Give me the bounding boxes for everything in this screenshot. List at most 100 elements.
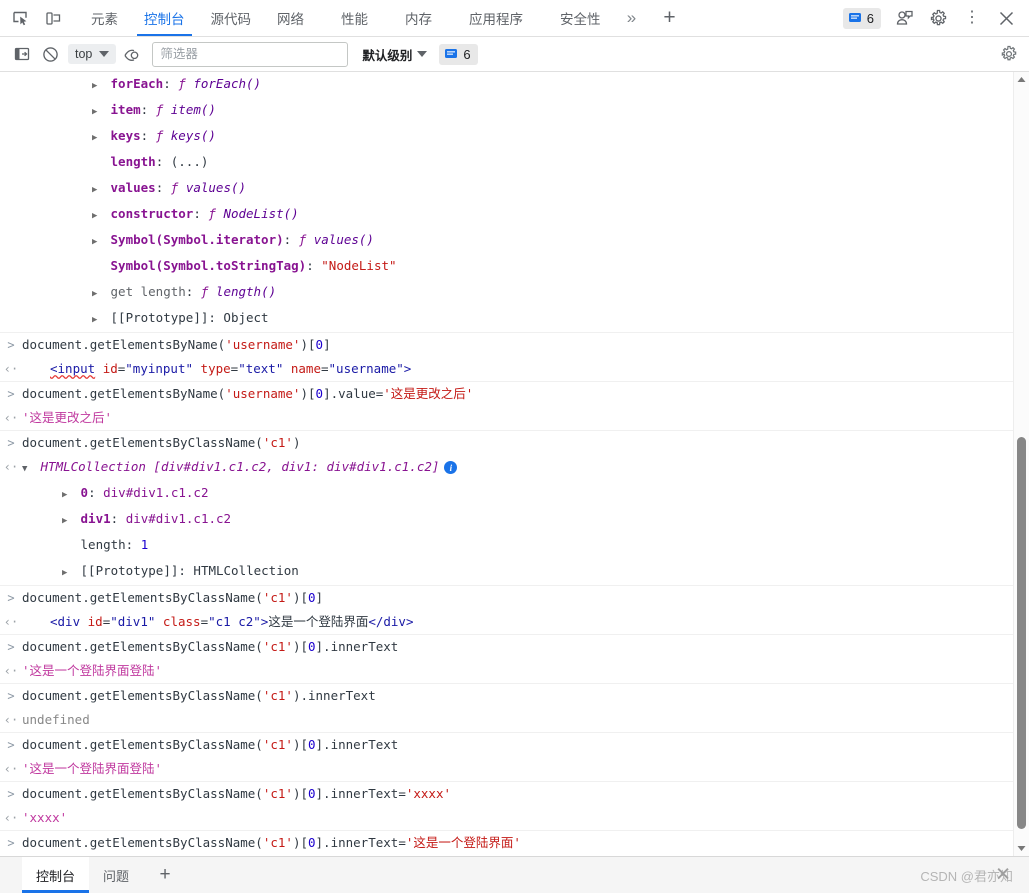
drawer-tab-issues[interactable]: 问题: [89, 857, 143, 893]
tab-network[interactable]: 网络: [264, 0, 317, 36]
object-property-row[interactable]: length: 1: [0, 533, 1013, 559]
tab-application[interactable]: 应用程序: [456, 0, 536, 36]
object-property-row[interactable]: ▶ Symbol(Symbol.iterator): ƒ values(): [0, 228, 1013, 254]
tab-elements[interactable]: 元素: [78, 0, 131, 36]
console-token: ƒ: [178, 76, 193, 91]
log-level-label: 默认级别: [362, 45, 412, 64]
object-property-row[interactable]: ▶ constructor: ƒ NodeList(): [0, 202, 1013, 228]
expand-arrow-closed-icon[interactable]: ▶: [92, 128, 103, 148]
execution-context-selector[interactable]: top: [68, 44, 116, 64]
chevron-down-icon: [99, 51, 109, 57]
expand-arrow-closed-icon[interactable]: ▶: [62, 511, 73, 531]
clear-console-icon[interactable]: [36, 41, 64, 67]
console-token: '这是一个登陆界面': [406, 835, 521, 850]
console-scrollbar[interactable]: [1013, 72, 1029, 856]
console-row-content: '这是一个登陆界面登陆': [22, 759, 1013, 779]
console-sidebar-icon[interactable]: [8, 41, 36, 67]
tab-security[interactable]: 安全性: [547, 0, 614, 36]
object-property-row[interactable]: ▶ values: ƒ values(): [0, 176, 1013, 202]
tab-sources[interactable]: 源代码: [198, 0, 265, 36]
expand-arrow-closed-icon[interactable]: ▶: [62, 563, 73, 583]
expand-arrow-closed-icon[interactable]: ▶: [92, 284, 103, 304]
user-feedback-icon[interactable]: [887, 3, 921, 33]
console-token: "c1 c2": [208, 614, 261, 629]
console-row-content: document.getElementsByName('username')[0…: [22, 335, 1013, 355]
output-arrow-icon: ‹·: [0, 808, 22, 828]
console-output-row[interactable]: ‹·'这是更改之后': [0, 406, 1013, 431]
expand-arrow-closed-icon[interactable]: ▶: [92, 180, 103, 200]
close-icon[interactable]: [989, 3, 1023, 33]
console-row-content: <div id="div1" class="c1 c2">这是一个登陆界面</d…: [22, 612, 1013, 632]
drawer-add-tab-icon[interactable]: +: [143, 857, 187, 893]
scroll-down-arrow-icon[interactable]: [1014, 841, 1029, 856]
console-input-row[interactable]: >document.getElementsByClassName('c1'): [0, 431, 1013, 455]
console-token: document.getElementsByClassName(: [22, 786, 263, 801]
object-property-row[interactable]: Symbol(Symbol.toStringTag): "NodeList": [0, 254, 1013, 280]
live-expression-icon[interactable]: [118, 41, 146, 67]
more-tabs-icon[interactable]: »: [614, 0, 650, 36]
console-token: ƒ: [201, 284, 216, 299]
scroll-up-arrow-icon[interactable]: [1014, 72, 1029, 87]
console-token: 0: [308, 786, 316, 801]
object-property-row[interactable]: ▶ item: ƒ item(): [0, 98, 1013, 124]
expand-arrow-closed-icon[interactable]: ▶: [92, 206, 103, 226]
panel-tabs: 元素 控制台 源代码 网络 性能 内存 应用程序 安全性: [78, 0, 614, 36]
console-token: forEach: [111, 76, 164, 91]
object-property-row[interactable]: ▶ [[Prototype]]: HTMLCollection: [0, 559, 1013, 586]
tab-memory[interactable]: 内存: [392, 0, 445, 36]
log-level-selector[interactable]: 默认级别: [362, 45, 427, 64]
add-tab-icon[interactable]: +: [650, 0, 690, 36]
expand-arrow-closed-icon[interactable]: ▶: [92, 102, 103, 122]
console-token: div#div1.c1.c2: [126, 511, 231, 526]
console-input-row[interactable]: >document.getElementsByClassName('c1')[0…: [0, 831, 1013, 855]
console-output-row[interactable]: ‹·<div id="div1" class="c1 c2">这是一个登陆界面<…: [0, 610, 1013, 635]
console-message-list[interactable]: ▶ forEach: ƒ forEach()▶ item: ƒ item()▶ …: [0, 72, 1013, 856]
object-property-row[interactable]: ▶ keys: ƒ keys(): [0, 124, 1013, 150]
console-token: )[: [293, 590, 308, 605]
object-property-row[interactable]: ▶ [[Prototype]]: Object: [0, 306, 1013, 332]
console-token: 'c1': [263, 590, 293, 605]
expand-arrow-closed-icon[interactable]: ▶: [62, 485, 73, 505]
console-output-row[interactable]: ‹·undefined: [0, 708, 1013, 733]
console-output-row[interactable]: ‹·<input id="myinput" type="text" name="…: [0, 357, 1013, 382]
output-arrow-icon: ‹·: [0, 710, 22, 730]
object-property-row[interactable]: ▶ 0: div#div1.c1.c2: [0, 481, 1013, 507]
expand-arrow-closed-icon[interactable]: ▶: [92, 232, 103, 252]
inspect-element-icon[interactable]: [4, 0, 37, 36]
console-input-row[interactable]: >document.getElementsByClassName('c1').i…: [0, 684, 1013, 708]
object-property-row[interactable]: length: (...): [0, 150, 1013, 176]
console-input-row[interactable]: >document.getElementsByClassName('c1')[0…: [0, 635, 1013, 659]
console-input-row[interactable]: >document.getElementsByClassName('c1')[0…: [0, 782, 1013, 806]
info-badge-icon[interactable]: i: [444, 461, 457, 474]
filter-input[interactable]: [152, 42, 348, 67]
console-input-row[interactable]: >document.getElementsByName('username')[…: [0, 382, 1013, 406]
gear-icon[interactable]: [921, 3, 955, 33]
console-input-row[interactable]: >document.getElementsByName('username')[…: [0, 333, 1013, 357]
console-row-content: ▶ [[Prototype]]: Object: [22, 308, 1013, 330]
object-property-row[interactable]: ▶ forEach: ƒ forEach(): [0, 72, 1013, 98]
kebab-menu-icon[interactable]: ⋮: [955, 3, 989, 33]
console-input-row[interactable]: >document.getElementsByClassName('c1')[0…: [0, 733, 1013, 757]
device-toolbar-icon[interactable]: [37, 0, 70, 36]
console-output-row[interactable]: ‹·'xxxx': [0, 806, 1013, 831]
expand-arrow-closed-icon[interactable]: ▶: [92, 76, 103, 96]
console-token: )[: [293, 737, 308, 752]
scrollbar-thumb[interactable]: [1017, 437, 1026, 829]
object-property-row[interactable]: ▶ get length: ƒ length(): [0, 280, 1013, 306]
drawer-tab-console[interactable]: 控制台: [22, 857, 89, 893]
input-prompt-icon: >: [0, 588, 22, 608]
expand-arrow-open-icon[interactable]: ▼: [22, 459, 33, 479]
console-output-row[interactable]: ‹·'这是一个登陆界面登陆': [0, 757, 1013, 782]
console-message-badge[interactable]: 6: [439, 44, 477, 65]
tab-performance[interactable]: 性能: [328, 0, 381, 36]
object-property-row[interactable]: ▶ div1: div#div1.c1.c2: [0, 507, 1013, 533]
message-count-badge[interactable]: 6: [843, 8, 881, 29]
gear-icon[interactable]: [995, 41, 1023, 67]
console-output-row[interactable]: ‹·▼ HTMLCollection [div#div1.c1.c2, div1…: [0, 455, 1013, 481]
tab-console[interactable]: 控制台: [131, 0, 198, 36]
console-token: : (...): [156, 154, 209, 169]
console-input-row[interactable]: >document.getElementsByClassName('c1')[0…: [0, 586, 1013, 610]
console-token: HTMLCollection: [41, 459, 154, 474]
expand-arrow-closed-icon[interactable]: ▶: [92, 310, 103, 330]
console-output-row[interactable]: ‹·'这是一个登陆界面登陆': [0, 659, 1013, 684]
